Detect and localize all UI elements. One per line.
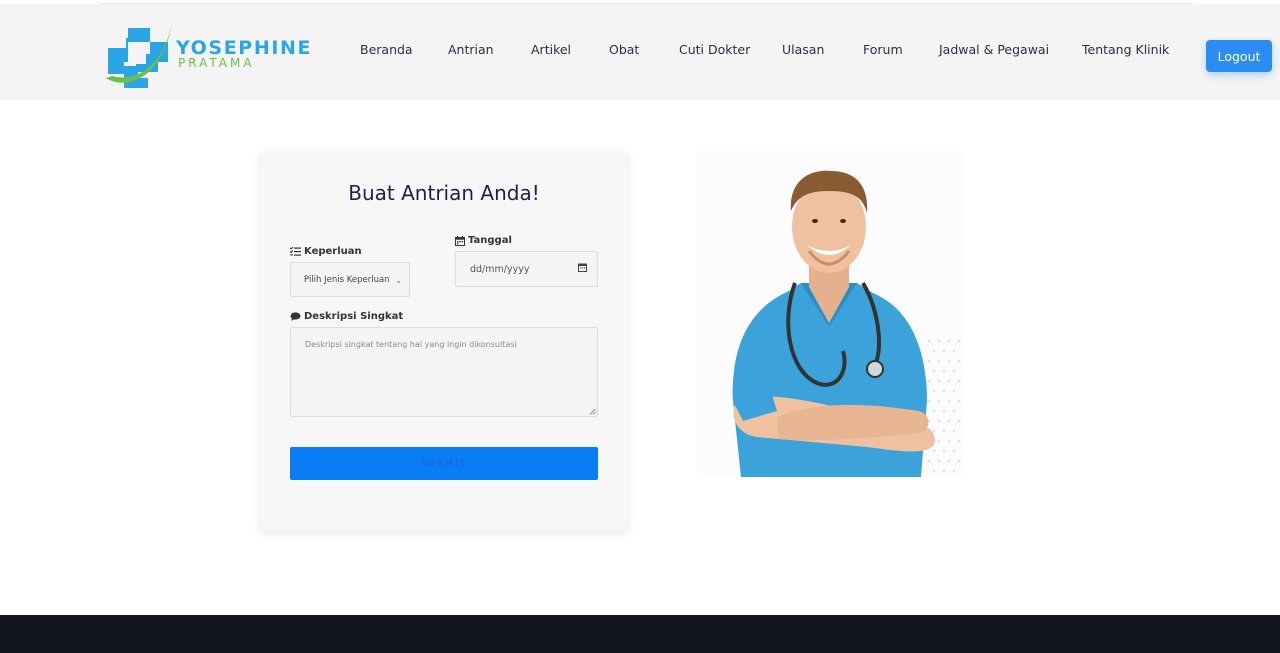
- brand-subname: PRATAMA: [178, 56, 255, 70]
- keperluan-select[interactable]: Pilih Jenis Keperluan ⌄: [290, 262, 410, 297]
- site-footer: [0, 615, 1280, 653]
- nav-item-antrian[interactable]: Antrian: [448, 42, 494, 57]
- nav-item-cuti-dokter[interactable]: Cuti Dokter: [679, 42, 750, 57]
- keperluan-selected-value: Pilih Jenis Keperluan: [304, 275, 390, 285]
- keperluan-label-text: Keperluan: [304, 246, 362, 257]
- tanggal-value: dd/mm/yyyy: [470, 264, 530, 275]
- comment-icon: [290, 312, 301, 321]
- nav-item-forum[interactable]: Forum: [863, 42, 903, 57]
- deskripsi-label: Deskripsi Singkat: [290, 311, 403, 322]
- calendar-icon: [455, 235, 465, 246]
- keperluan-label: Keperluan: [290, 246, 362, 257]
- doctor-illustration: [697, 151, 963, 477]
- queue-form-card: Buat Antrian Anda! Keperluan Pilih Jenis…: [261, 151, 627, 531]
- doctor-photo: [732, 170, 961, 477]
- nav-item-beranda[interactable]: Beranda: [360, 42, 413, 57]
- nav-item-obat[interactable]: Obat: [609, 42, 639, 57]
- tanggal-label: Tanggal: [455, 235, 512, 246]
- date-picker-icon[interactable]: [578, 263, 587, 272]
- tanggal-date-input[interactable]: dd/mm/yyyy: [455, 251, 598, 287]
- resize-grip-icon[interactable]: [589, 408, 596, 415]
- nav-item-jadwal-pegawai[interactable]: Jadwal & Pegawai: [939, 42, 1049, 57]
- site-header: YOSEPHINE PRATAMA Beranda Antrian Artike…: [0, 4, 1280, 100]
- list-check-icon: [290, 247, 301, 256]
- deskripsi-label-text: Deskripsi Singkat: [304, 311, 404, 322]
- nav-item-artikel[interactable]: Artikel: [531, 42, 571, 57]
- deskripsi-textarea[interactable]: Deskripsi singkat tentang hal yang ingin…: [290, 327, 598, 417]
- submit-button[interactable]: SUBMIT: [290, 447, 598, 480]
- form-title: Buat Antrian Anda!: [348, 181, 540, 205]
- logout-button[interactable]: Logout: [1206, 40, 1272, 72]
- nav-item-tentang-klinik[interactable]: Tentang Klinik: [1082, 42, 1169, 57]
- tanggal-label-text: Tanggal: [468, 235, 512, 246]
- chevron-down-icon: ⌄: [395, 276, 402, 285]
- nav-item-ulasan[interactable]: Ulasan: [782, 42, 824, 57]
- deskripsi-placeholder: Deskripsi singkat tentang hal yang ingin…: [305, 340, 517, 349]
